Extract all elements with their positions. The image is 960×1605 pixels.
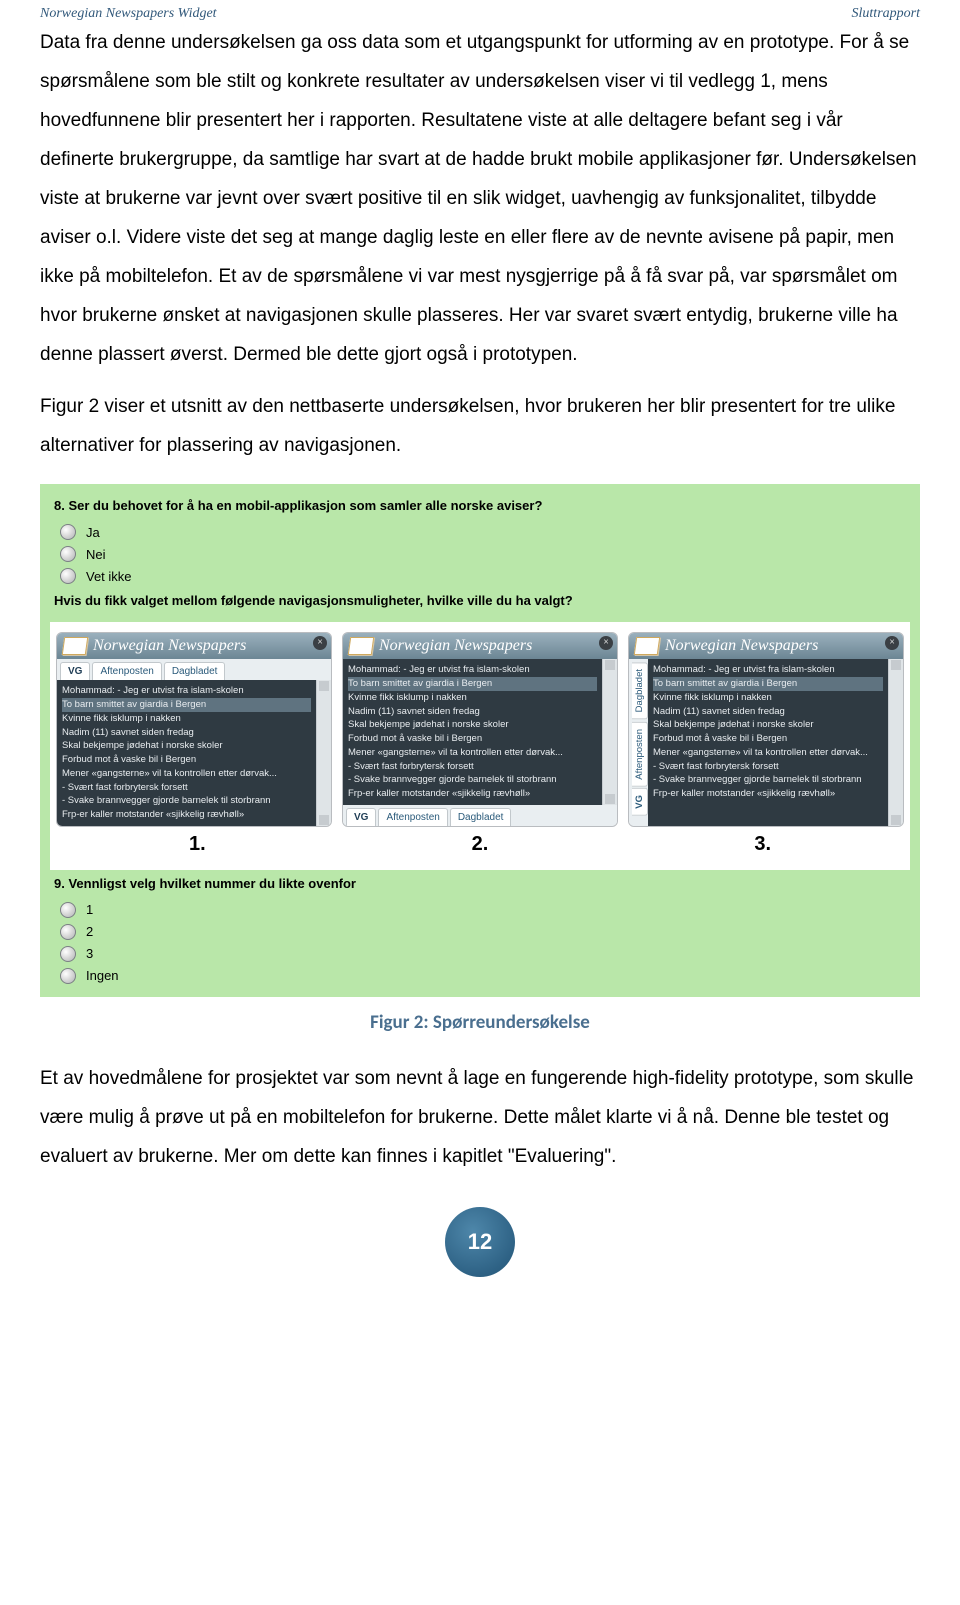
q8-option[interactable]: Ja — [40, 521, 920, 543]
scrollbar[interactable] — [602, 659, 617, 805]
scrollbar[interactable] — [316, 680, 331, 826]
scrollbar[interactable] — [888, 659, 903, 826]
headlines-list: Mohammad: - Jeg er utvist fra islam-skol… — [57, 680, 316, 826]
tab[interactable]: Aftenposten — [632, 722, 648, 787]
tab[interactable]: Aftenposten — [378, 808, 447, 826]
headlines-list: Mohammad: - Jeg er utvist fra islam-skol… — [343, 659, 602, 805]
q9-option[interactable]: 1 — [40, 899, 920, 921]
q9-option[interactable]: 3 — [40, 943, 920, 965]
tabs-top: VG Aftenposten Dagbladet — [57, 659, 331, 680]
header-right: Sluttrapport — [852, 6, 920, 22]
newspaper-icon — [62, 637, 89, 655]
q9-option[interactable]: 2 — [40, 921, 920, 943]
close-icon[interactable]: × — [313, 636, 327, 650]
radio-icon — [60, 968, 76, 984]
page-number-badge: 12 — [445, 1207, 515, 1277]
header-left: Norwegian Newspapers Widget — [40, 6, 217, 22]
headlines-list: Mohammad: - Jeg er utvist fra islam-skol… — [648, 659, 888, 826]
question-nav: Hvis du fikk valget mellom følgende navi… — [40, 587, 920, 616]
mock-header: Norwegian Newspapers × — [629, 633, 903, 659]
body-text: Data fra denne undersøkelsen ga oss data… — [40, 24, 920, 466]
question-8: 8. Ser du behovet for å ha en mobil-appl… — [40, 492, 920, 521]
close-icon[interactable]: × — [599, 636, 613, 650]
radio-icon — [60, 546, 76, 562]
paragraph-3: Et av hovedmålene for prosjektet var som… — [40, 1060, 920, 1177]
radio-icon — [60, 568, 76, 584]
tab[interactable]: VG — [632, 788, 648, 816]
tabs-bottom: VG Aftenposten Dagbladet — [343, 805, 617, 826]
newspaper-icon — [348, 637, 375, 655]
mockup-3: Norwegian Newspapers × Dagbladet Aftenpo… — [628, 632, 904, 827]
question-9: 9. Vennligst velg hvilket nummer du likt… — [40, 870, 920, 899]
tab[interactable]: Aftenposten — [92, 662, 161, 680]
mock-header: Norwegian Newspapers × — [343, 633, 617, 659]
tab[interactable]: VG — [346, 808, 376, 826]
tab[interactable]: Dagbladet — [164, 662, 226, 680]
tab[interactable]: VG — [60, 662, 90, 680]
figure-caption: Figur 2: Spørreundersøkelse — [40, 1011, 920, 1034]
survey-figure: 8. Ser du behovet for å ha en mobil-appl… — [40, 484, 920, 997]
body-text-2: Et av hovedmålene for prosjektet var som… — [40, 1060, 920, 1177]
radio-icon — [60, 902, 76, 918]
mockups-row: Norwegian Newspapers × VG Aftenposten Da… — [50, 622, 910, 829]
radio-icon — [60, 524, 76, 540]
tab[interactable]: Dagbladet — [632, 662, 648, 719]
mockup-2: Norwegian Newspapers × Mohammad: - Jeg e… — [342, 632, 618, 827]
page-header: Norwegian Newspapers Widget Sluttrapport — [40, 0, 920, 24]
paragraph-1: Data fra denne undersøkelsen ga oss data… — [40, 24, 920, 374]
q8-option[interactable]: Nei — [40, 543, 920, 565]
radio-icon — [60, 924, 76, 940]
close-icon[interactable]: × — [885, 636, 899, 650]
mockup-numbers: 1. 2. 3. — [50, 829, 910, 870]
mock-header: Norwegian Newspapers × — [57, 633, 331, 659]
tab[interactable]: Dagbladet — [450, 808, 512, 826]
paragraph-2: Figur 2 viser et utsnitt av den nettbase… — [40, 388, 920, 466]
q8-option[interactable]: Vet ikke — [40, 565, 920, 587]
q9-option[interactable]: Ingen — [40, 965, 920, 987]
radio-icon — [60, 946, 76, 962]
newspaper-icon — [634, 637, 661, 655]
mockup-1: Norwegian Newspapers × VG Aftenposten Da… — [56, 632, 332, 827]
tabs-side: Dagbladet Aftenposten VG — [629, 659, 648, 826]
